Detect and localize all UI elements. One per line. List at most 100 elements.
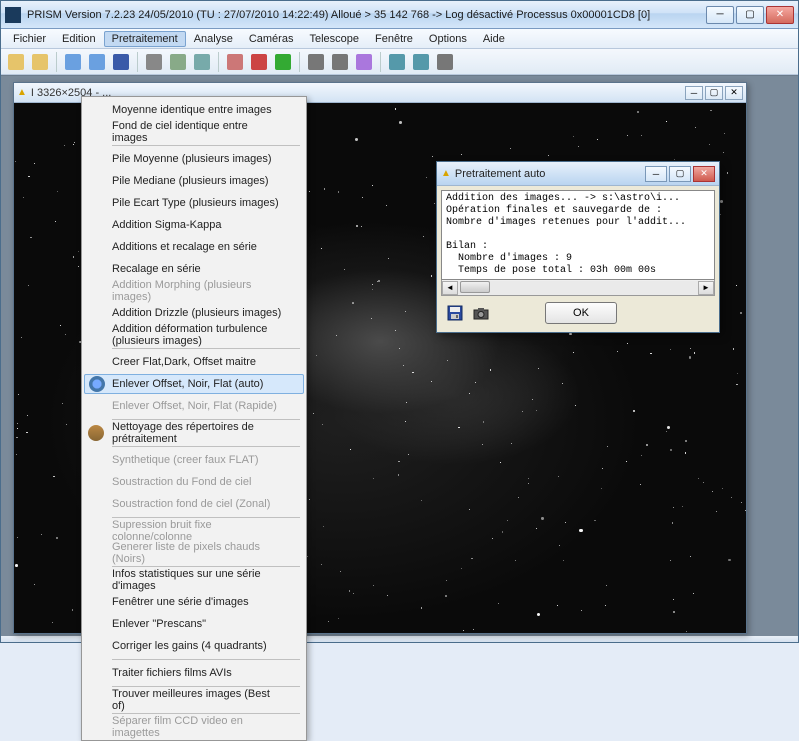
menu-item-17[interactable]: Nettoyage des répertoires de prétraiteme…	[84, 422, 304, 444]
menu-edition[interactable]: Edition	[54, 31, 104, 47]
menu-item-14[interactable]: Enlever Offset, Noir, Flat (auto)	[84, 374, 304, 394]
window-title: PRISM Version 7.2.23 24/05/2010 (TU : 27…	[27, 9, 706, 21]
main-window: PRISM Version 7.2.23 24/05/2010 (TU : 27…	[0, 0, 799, 643]
menu-item-15: Enlever Offset, Noir, Flat (Rapide)	[84, 395, 304, 417]
scroll-left-button[interactable]: ◄	[442, 281, 458, 295]
menu-item-13[interactable]: Creer Flat,Dark, Offset maitre	[84, 351, 304, 373]
dialog-actions: OK	[441, 296, 715, 328]
menu-item-label: Pile Mediane (plusieurs images)	[112, 175, 269, 187]
close-button[interactable]: ✕	[766, 6, 794, 24]
menu-item-29[interactable]: Corriger les gains (4 quadrants)	[84, 635, 304, 657]
dialog-scrollbar[interactable]: ◄ ►	[441, 280, 715, 296]
wand-button[interactable]	[353, 51, 375, 73]
menubar: FichierEditionPretraitementAnalyseCaméra…	[1, 29, 798, 49]
menu-item-35: Séparer film CCD video en imagettes	[84, 716, 304, 738]
menu-item-4[interactable]: Pile Mediane (plusieurs images)	[84, 170, 304, 192]
toolbar	[1, 49, 798, 75]
ok-button[interactable]: OK	[545, 302, 617, 324]
menu-item-8[interactable]: Recalage en série	[84, 258, 304, 280]
menu-item-label: Infos statistiques sur une série d'image…	[112, 568, 284, 592]
menu-caméras[interactable]: Caméras	[241, 31, 302, 47]
menu-item-label: Enlever Offset, Noir, Flat (Rapide)	[112, 400, 277, 412]
menu-telescope[interactable]: Telescope	[301, 31, 367, 47]
copy-button[interactable]	[167, 51, 189, 73]
menu-item-9: Addition Morphing (plusieurs images)	[84, 280, 304, 302]
broom-icon	[88, 425, 104, 441]
levels-b-button[interactable]	[329, 51, 351, 73]
menu-item-27[interactable]: Fenêtrer une série d'images	[84, 591, 304, 613]
image-close-button[interactable]: ✕	[725, 86, 743, 100]
dialog-log[interactable]: Addition des images... -> s:\astro\i... …	[441, 190, 715, 280]
menu-analyse[interactable]: Analyse	[186, 31, 241, 47]
window-buttons: ─ ▢ ✕	[706, 6, 794, 24]
menu-item-26[interactable]: Infos statistiques sur une série d'image…	[84, 569, 304, 591]
tile-button[interactable]	[86, 51, 108, 73]
menu-item-label: Fenêtrer une série d'images	[112, 596, 249, 608]
scroll-thumb[interactable]	[460, 281, 490, 293]
menu-item-7[interactable]: Additions et recalage en série	[84, 236, 304, 258]
menu-fichier[interactable]: Fichier	[5, 31, 54, 47]
folder-open-button[interactable]	[5, 51, 27, 73]
menu-item-label: Creer Flat,Dark, Offset maitre	[112, 356, 256, 368]
histogram-button[interactable]	[272, 51, 294, 73]
cascade-button[interactable]	[62, 51, 84, 73]
menu-item-20: Soustraction du Fond de ciel	[84, 471, 304, 493]
dialog-minimize-button[interactable]: ─	[645, 166, 667, 182]
menu-item-23: Supression bruit fixe colonne/colonne	[84, 520, 304, 542]
print-icon	[146, 54, 162, 70]
maximize-button[interactable]: ▢	[736, 6, 764, 24]
menu-item-10[interactable]: Addition Drizzle (plusieurs images)	[84, 302, 304, 324]
scroll-right-button[interactable]: ►	[698, 281, 714, 295]
dialog-body: Addition des images... -> s:\astro\i... …	[437, 186, 719, 332]
colors-icon	[251, 54, 267, 70]
menu-options[interactable]: Options	[421, 31, 475, 47]
menu-item-3[interactable]: Pile Moyenne (plusieurs images)	[84, 148, 304, 170]
zoom-out-button[interactable]	[386, 51, 408, 73]
menu-item-31[interactable]: Traiter fichiers films AVIs	[84, 662, 304, 684]
menu-item-label: Supression bruit fixe colonne/colonne	[112, 519, 284, 543]
menu-aide[interactable]: Aide	[475, 31, 513, 47]
dialog-maximize-button[interactable]: ▢	[669, 166, 691, 182]
image-minimize-button[interactable]: ─	[685, 86, 703, 100]
menu-item-19: Synthetique (creer faux FLAT)	[84, 449, 304, 471]
histogram-icon	[275, 54, 291, 70]
manage-button[interactable]	[191, 51, 213, 73]
menu-item-label: Enlever Offset, Noir, Flat (auto)	[112, 378, 263, 390]
save-button[interactable]	[110, 51, 132, 73]
menu-item-11[interactable]: Addition déformation turbulence (plusieu…	[84, 324, 304, 346]
levels-a-button[interactable]	[305, 51, 327, 73]
tile-icon	[89, 54, 105, 70]
colors-button[interactable]	[248, 51, 270, 73]
menu-fenêtre[interactable]: Fenêtre	[367, 31, 421, 47]
save-icon	[113, 54, 129, 70]
menu-item-0[interactable]: Moyenne identique entre images	[84, 99, 304, 121]
dialog-titlebar[interactable]: ▲ Pretraitement auto ─ ▢ ✕	[437, 162, 719, 186]
app-icon	[5, 7, 21, 23]
dialog-close-button[interactable]: ✕	[693, 166, 715, 182]
main-titlebar: PRISM Version 7.2.23 24/05/2010 (TU : 27…	[1, 1, 798, 29]
menu-item-5[interactable]: Pile Ecart Type (plusieurs images)	[84, 192, 304, 214]
menu-item-label: Corriger les gains (4 quadrants)	[112, 640, 267, 652]
menu-pretraitement[interactable]: Pretraitement	[104, 31, 186, 47]
wand-icon	[356, 54, 372, 70]
camera-log-button[interactable]	[471, 303, 491, 323]
menu-item-33[interactable]: Trouver meilleures images (Best of)	[84, 689, 304, 711]
zoom-in-button[interactable]	[410, 51, 432, 73]
minimize-button[interactable]: ─	[706, 6, 734, 24]
menu-item-6[interactable]: Addition Sigma-Kappa	[84, 214, 304, 236]
folder-open-icon	[8, 54, 24, 70]
menu-item-1[interactable]: Fond de ciel identique entre images	[84, 121, 304, 143]
scroll-track[interactable]	[458, 281, 698, 295]
folder-button[interactable]	[29, 51, 51, 73]
menu-item-28[interactable]: Enlever "Prescans"	[84, 613, 304, 635]
palette-button[interactable]	[224, 51, 246, 73]
menu-item-label: Additions et recalage en série	[112, 241, 257, 253]
crop-button[interactable]	[434, 51, 456, 73]
manage-icon	[194, 54, 210, 70]
save-log-button[interactable]	[445, 303, 465, 323]
pretraitement-menu: Moyenne identique entre imagesFond de ci…	[81, 96, 307, 741]
levels-b-icon	[332, 54, 348, 70]
print-button[interactable]	[143, 51, 165, 73]
image-maximize-button[interactable]: ▢	[705, 86, 723, 100]
zoom-out-icon	[389, 54, 405, 70]
